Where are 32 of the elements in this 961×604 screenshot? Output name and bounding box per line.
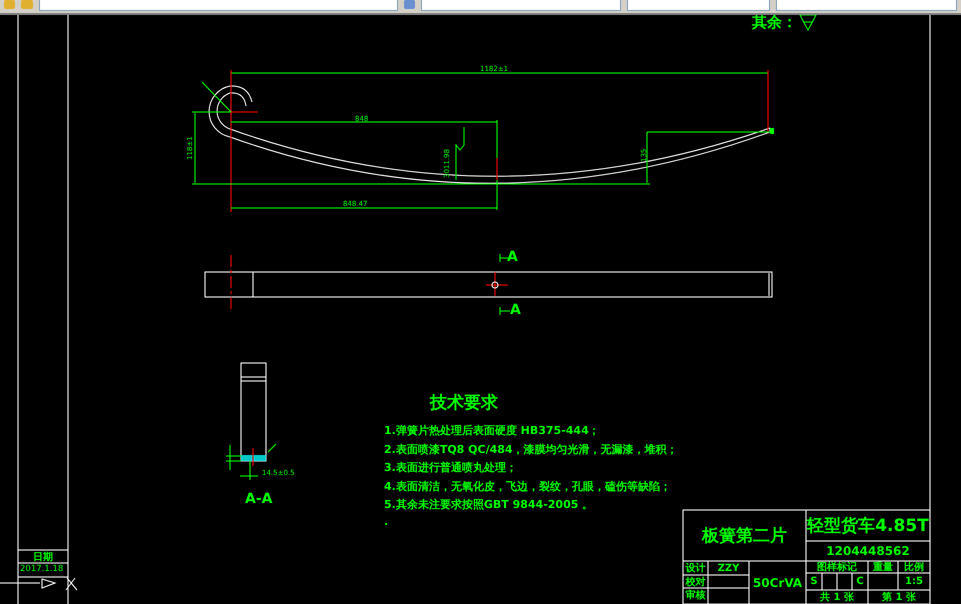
date-value: 2017.1.18	[20, 565, 64, 575]
section-mark: A	[510, 302, 521, 318]
table-style-dropdown[interactable]	[776, 0, 958, 11]
sheet-count: 共 1 张	[819, 590, 855, 604]
role-label: 校对	[684, 576, 706, 588]
requirement-text: 4.表面清洁，无氧化皮，飞边，裂纹，孔眼，磕伤等缺陷；	[384, 480, 671, 494]
requirement-text: 3.表面进行普通喷丸处理；	[384, 462, 517, 475]
mark-value: S	[809, 575, 819, 589]
style-dropdown[interactable]	[421, 0, 622, 11]
section-view-title: A-A	[245, 491, 272, 508]
mark-value: C	[855, 575, 865, 589]
role-label: 设计	[684, 562, 706, 575]
signature-name: ZZY	[716, 562, 740, 575]
requirement-text: 1.弹簧片热处理后表面硬度 HB375-444；	[384, 425, 600, 438]
column-header: 重量	[872, 561, 894, 573]
product-name: 轻型货车4.85T	[806, 515, 930, 538]
dimension-style-dropdown[interactable]	[627, 0, 770, 11]
note-mark: .	[384, 516, 388, 529]
section-mark: A	[507, 249, 518, 266]
column-header: 比例	[903, 561, 925, 573]
layer-dropdown[interactable]	[38, 0, 398, 11]
date-label: 日期	[32, 550, 54, 563]
sheet-count: 第 1 张	[881, 590, 917, 604]
requirement-text: 5.其余未注要求按照GBT 9844-2005 。	[384, 499, 594, 512]
requirement-text: 2.表面喷漆TQ8 QC/484，漆膜均匀光滑，无漏漆，堆积；	[384, 444, 678, 456]
drawing-number: 1204448562	[825, 543, 911, 560]
role-label: 审核	[684, 588, 706, 602]
scale-value: 1:5	[904, 575, 924, 589]
part-name: 板簧第二片	[700, 525, 788, 548]
material-label: 50CrVA	[752, 574, 804, 592]
column-header: 图样标记	[816, 561, 858, 573]
requirements-title: 技术要求	[430, 394, 498, 414]
